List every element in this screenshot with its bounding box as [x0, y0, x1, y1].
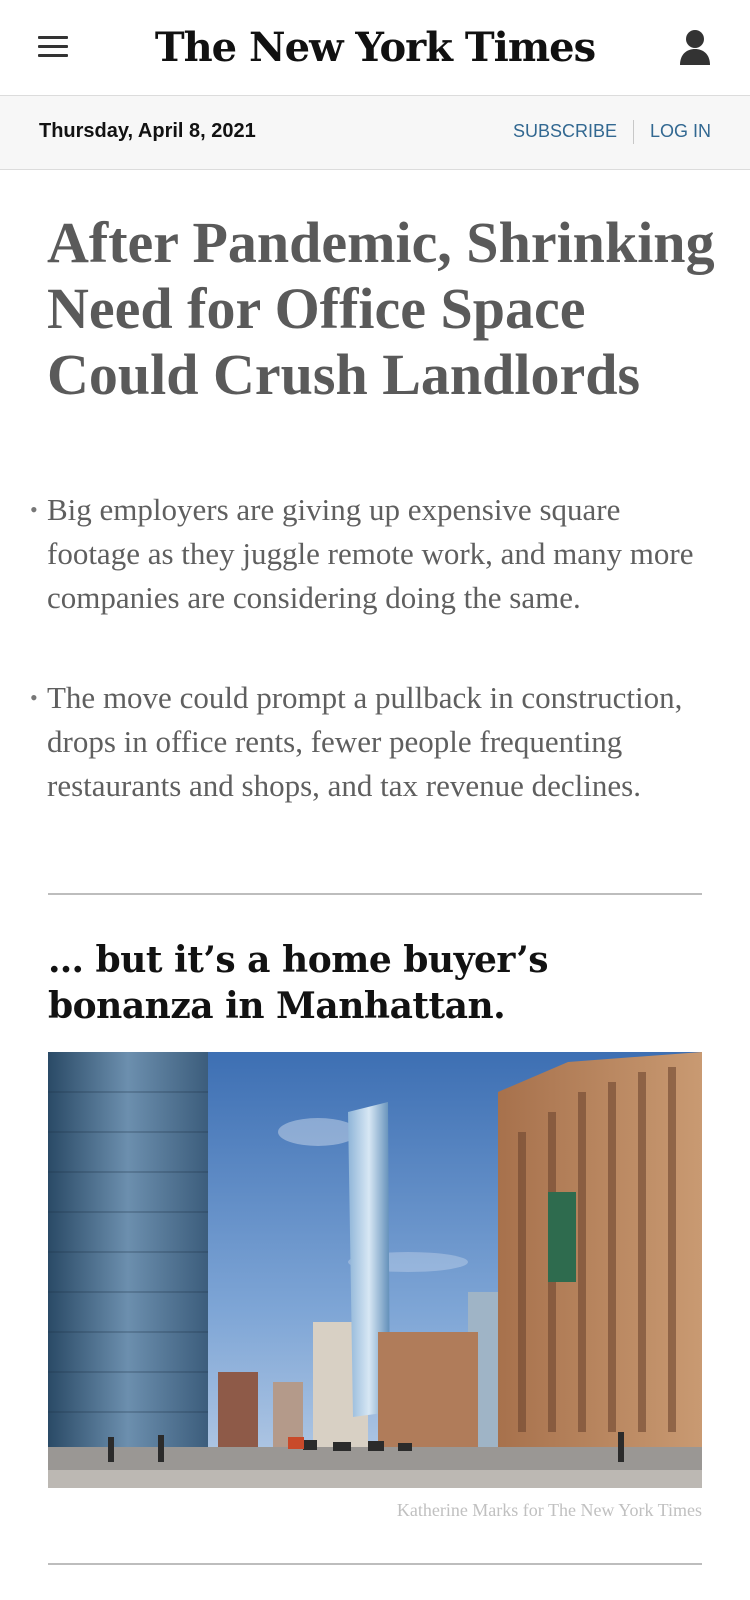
bullet-icon: • — [30, 497, 38, 522]
section-divider — [48, 893, 702, 895]
secondary-headline[interactable]: … but it’s a home buyer’s bonanza in Man… — [48, 937, 708, 1029]
summary-item: • The move could prompt a pullback in co… — [30, 676, 707, 808]
summary-item: • Big employers are giving up expensive … — [30, 488, 707, 620]
nyt-logo[interactable]: The New York Times — [0, 20, 750, 76]
user-account-icon[interactable] — [678, 28, 712, 66]
photo-credit: Katherine Marks for The New York Times — [396, 1500, 702, 1520]
current-date: Thursday, April 8, 2021 — [39, 120, 256, 142]
date-bar: Thursday, April 8, 2021 SUBSCRIBE LOG IN — [0, 95, 750, 170]
bullet-icon: • — [30, 685, 38, 710]
login-link[interactable]: LOG IN — [650, 121, 711, 142]
subscribe-link[interactable]: SUBSCRIBE — [513, 121, 617, 142]
link-divider — [633, 120, 634, 144]
top-navigation-bar: The New York Times — [0, 0, 750, 95]
story-photo[interactable] — [48, 1052, 702, 1488]
summary-text: Big employers are giving up expensive sq… — [47, 492, 694, 615]
summary-text: The move could prompt a pullback in cons… — [47, 680, 683, 803]
section-divider — [48, 1563, 702, 1565]
lead-headline[interactable]: After Pandemic, Shrinking Need for Offic… — [47, 210, 727, 408]
